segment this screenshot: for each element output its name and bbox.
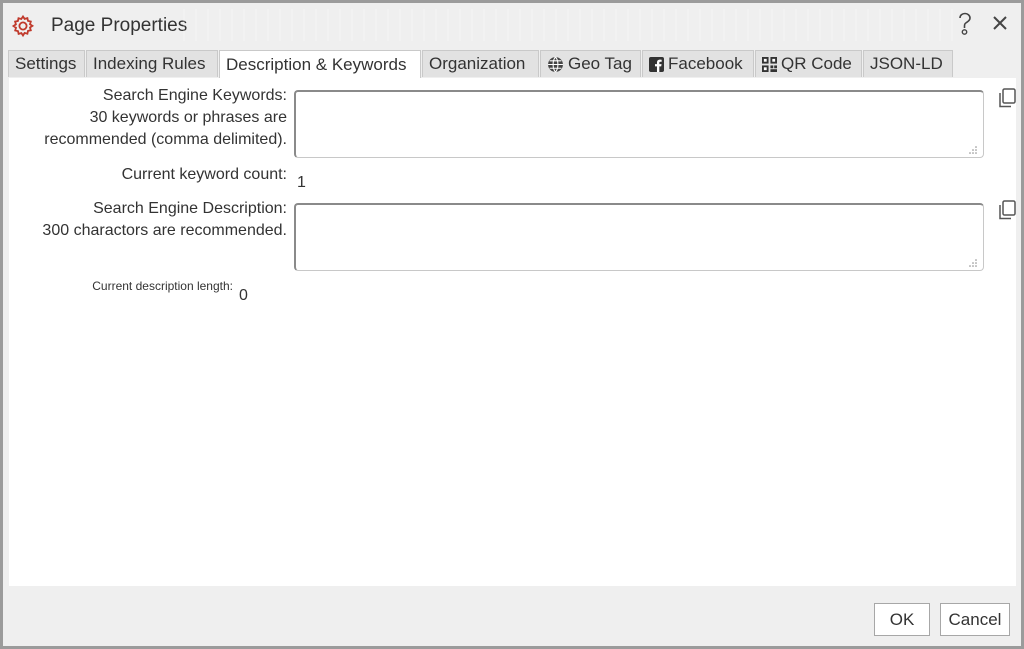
tab-indexing-rules[interactable]: Indexing Rules bbox=[86, 50, 218, 77]
keyword-count-label: Current keyword count: bbox=[121, 166, 287, 183]
gear-icon bbox=[11, 14, 35, 38]
tab-settings[interactable]: Settings bbox=[8, 50, 85, 77]
description-label: Search Engine Description: 300 charactor… bbox=[9, 198, 287, 242]
tab-json-ld[interactable]: JSON-LD bbox=[863, 50, 953, 77]
description-label-line: 300 charactors are recommended. bbox=[42, 222, 287, 239]
tab-label: JSON-LD bbox=[870, 54, 943, 73]
tab-label: QR Code bbox=[781, 54, 852, 73]
dialog-title: Page Properties bbox=[51, 15, 188, 36]
tab-label: Settings bbox=[15, 54, 77, 73]
globe-icon bbox=[548, 56, 563, 72]
dialog-titlebar[interactable]: Page Properties bbox=[3, 3, 1021, 47]
tab-content-panel: Search Engine Keywords: 30 keywords or p… bbox=[9, 78, 1016, 586]
qr-code-icon bbox=[762, 56, 777, 72]
description-length-value: 0 bbox=[239, 287, 248, 304]
tab-geo-tag[interactable]: Geo Tag bbox=[540, 50, 641, 77]
tab-description-keywords[interactable]: Description & Keywords bbox=[219, 50, 421, 79]
tab-qr-code[interactable]: QR Code bbox=[755, 50, 862, 77]
close-icon[interactable] bbox=[989, 12, 1011, 34]
tab-label: Facebook bbox=[668, 54, 743, 73]
tab-label: Organization bbox=[429, 54, 526, 73]
keywords-label: Search Engine Keywords: 30 keywords or p… bbox=[9, 85, 287, 151]
resize-grip-icon[interactable] bbox=[969, 146, 977, 154]
keywords-label-line: Search Engine Keywords: bbox=[102, 87, 287, 104]
copy-icon[interactable] bbox=[996, 199, 1018, 221]
tab-label: Description & Keywords bbox=[226, 55, 407, 74]
keywords-textarea[interactable] bbox=[294, 90, 984, 158]
keyword-count-value: 1 bbox=[297, 174, 306, 191]
resize-grip-icon[interactable] bbox=[969, 259, 977, 267]
description-label-line: Search Engine Description: bbox=[93, 200, 287, 217]
cancel-button[interactable]: Cancel bbox=[940, 603, 1010, 636]
facebook-icon bbox=[649, 56, 664, 72]
tab-organization[interactable]: Organization bbox=[422, 50, 539, 77]
keywords-label-line: recommended (comma delimited). bbox=[44, 131, 287, 148]
page-properties-dialog: Page Properties Settings Indexing Rules … bbox=[3, 3, 1021, 646]
keywords-label-line: 30 keywords or phrases are bbox=[89, 109, 287, 126]
copy-icon[interactable] bbox=[996, 87, 1018, 109]
help-icon[interactable] bbox=[954, 11, 976, 37]
description-textarea[interactable] bbox=[294, 203, 984, 271]
tab-label: Geo Tag bbox=[568, 54, 632, 73]
description-length-label: Current description length: bbox=[92, 279, 233, 293]
tab-label: Indexing Rules bbox=[93, 54, 206, 73]
ok-button[interactable]: OK bbox=[874, 603, 930, 636]
tab-facebook[interactable]: Facebook bbox=[642, 50, 754, 77]
